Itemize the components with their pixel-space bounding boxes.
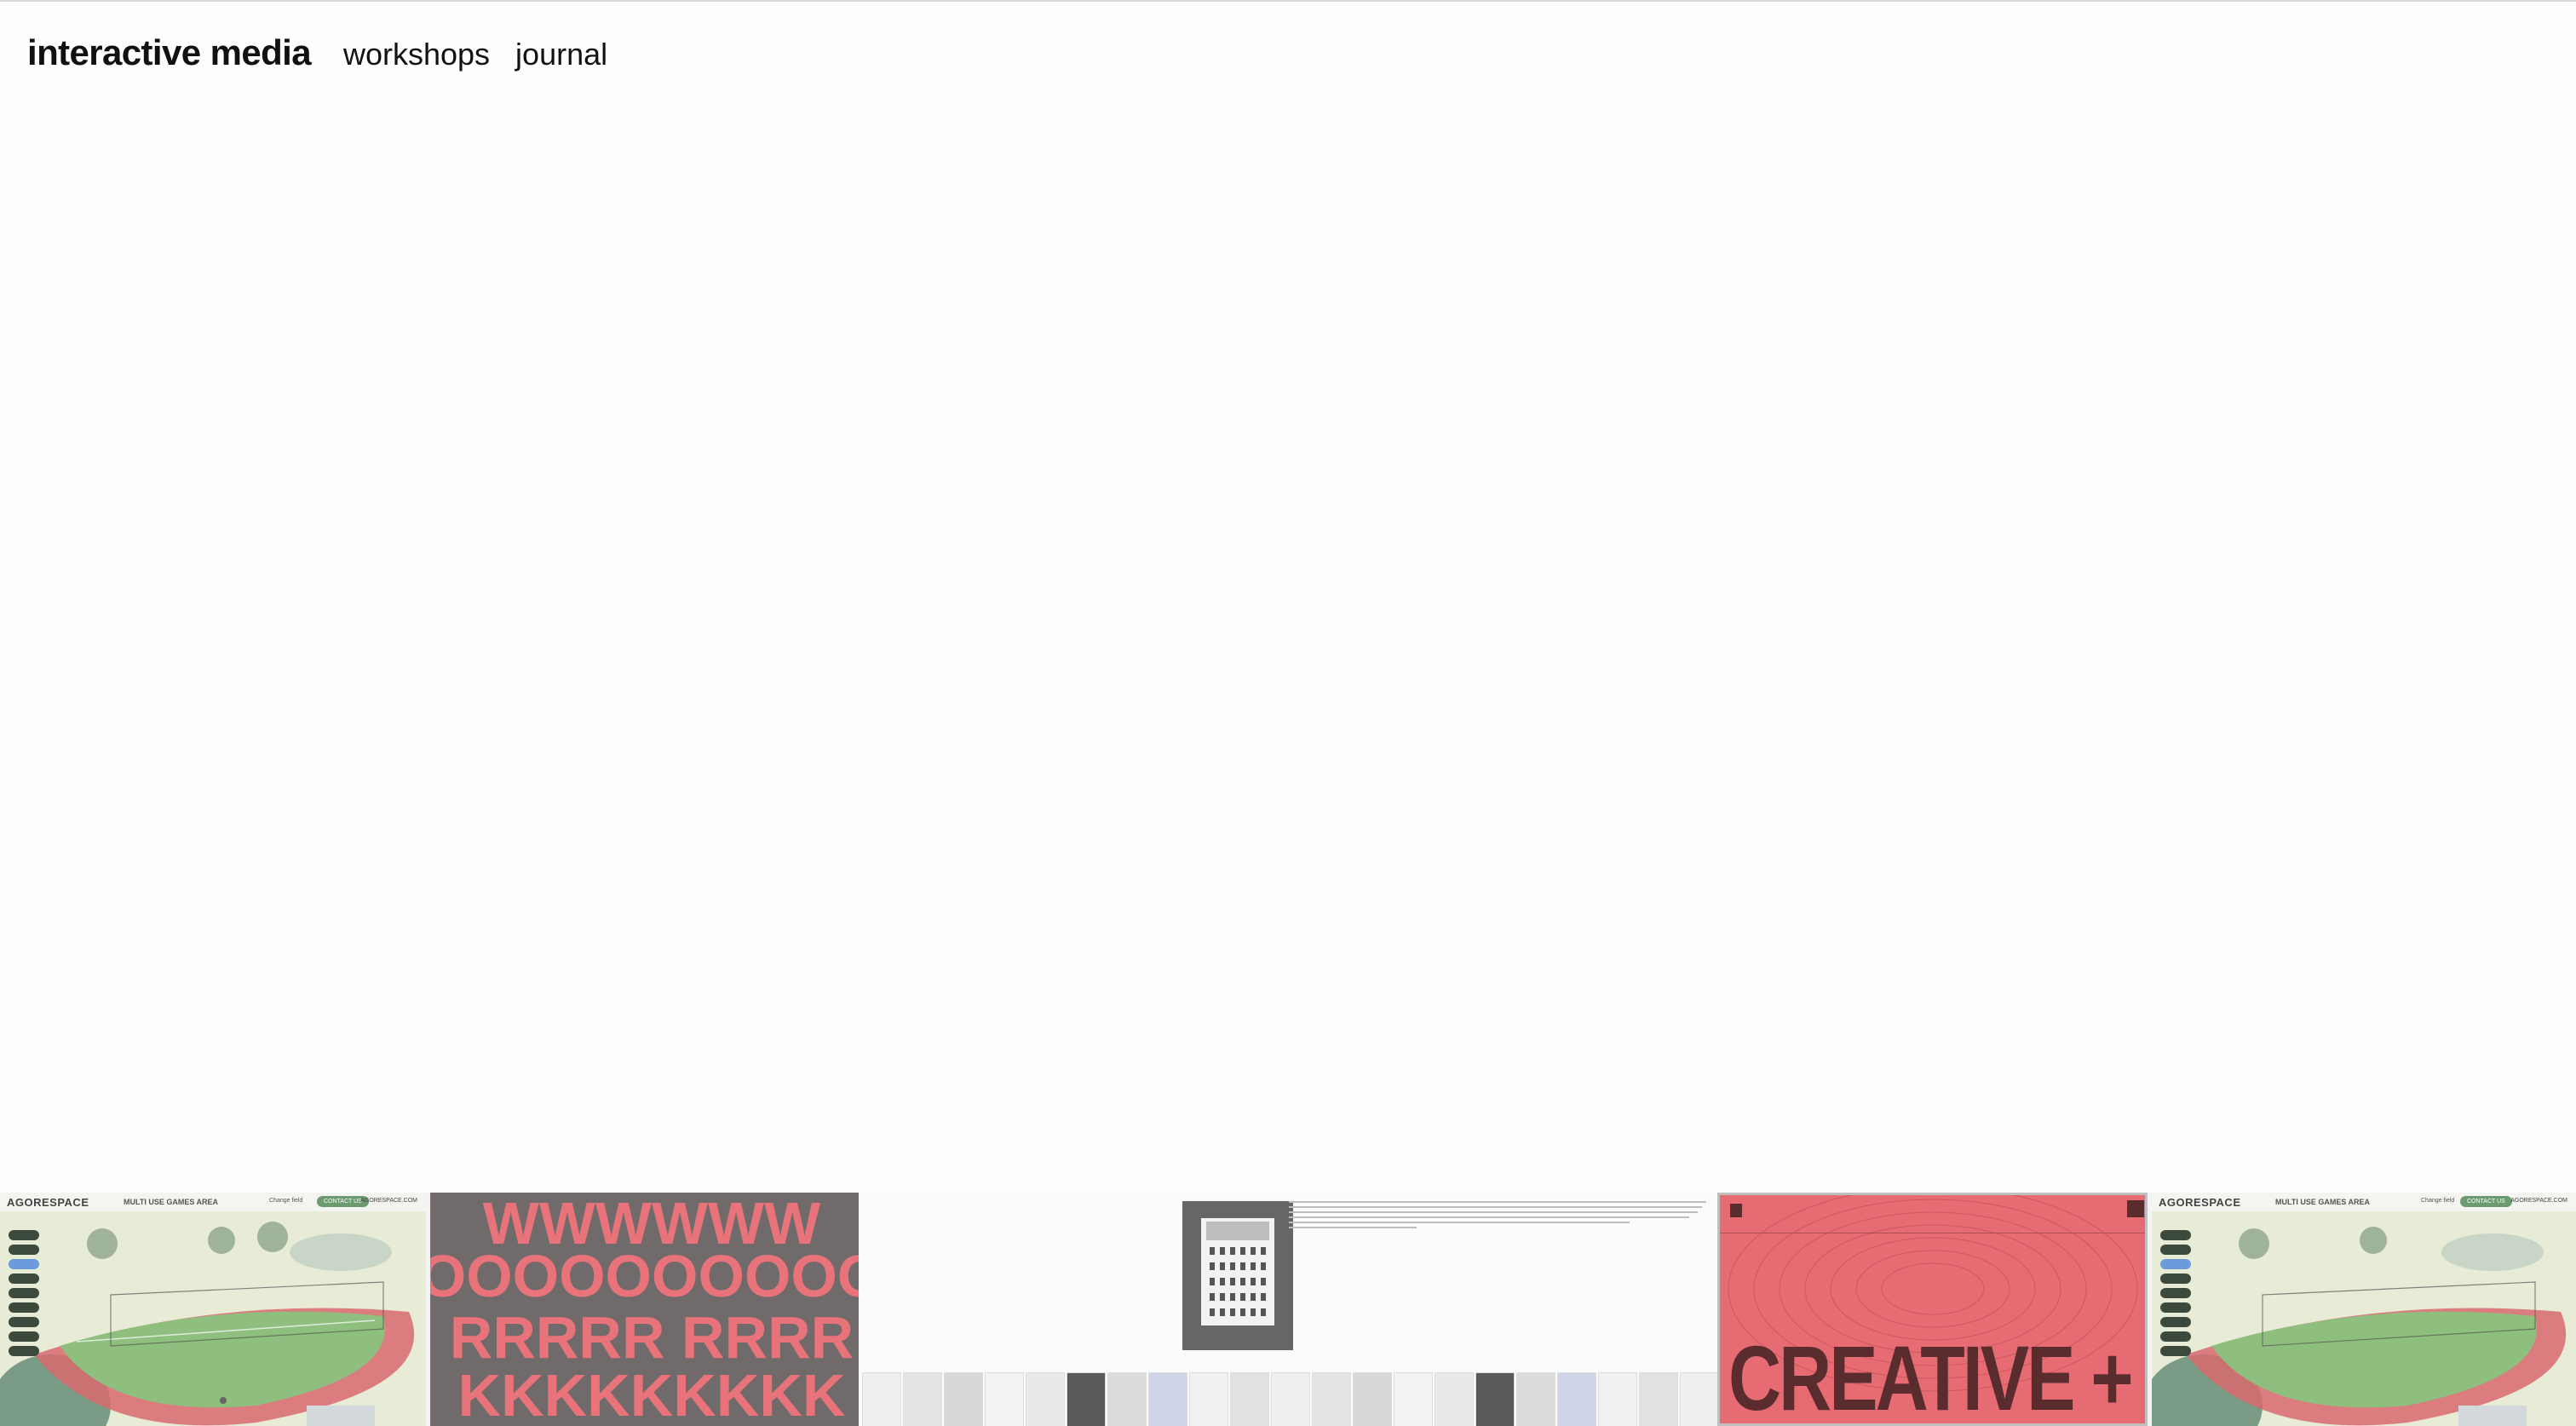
project-tile-creative-developer[interactable]: CREATIVE + DEVELOPER <box>1717 1193 2148 1426</box>
archive-thumbnail[interactable] <box>903 1372 942 1426</box>
menu-pill <box>9 1288 39 1298</box>
menu-pill <box>2160 1245 2191 1255</box>
project-tile-agoraspace[interactable]: AGORESPACE MULTI USE GAMES AREA Change f… <box>0 1193 426 1426</box>
menu-pill <box>9 1346 39 1356</box>
menu-pill <box>2160 1288 2191 1298</box>
agora-field-illustration <box>0 1211 426 1426</box>
archive-thumbnail[interactable] <box>1394 1372 1433 1426</box>
archive-thumbnail[interactable] <box>985 1372 1024 1426</box>
menu-pill <box>9 1317 39 1327</box>
archive-thumbnail[interactable] <box>1639 1372 1678 1426</box>
menu-pill <box>2160 1230 2191 1240</box>
archive-thumbnail[interactable] <box>1312 1372 1351 1426</box>
archive-thumbnail[interactable] <box>1067 1372 1106 1426</box>
archive-thumbnail[interactable] <box>1598 1372 1637 1426</box>
archive-thumbnail[interactable] <box>1435 1372 1474 1426</box>
archive-thumbnail[interactable] <box>1516 1372 1555 1426</box>
archive-thumbnail[interactable] <box>1026 1372 1065 1426</box>
top-border <box>0 0 2576 2</box>
archive-thumbnail[interactable] <box>944 1372 983 1426</box>
menu-pill <box>2160 1346 2191 1356</box>
brand-link[interactable]: interactive media <box>27 32 312 73</box>
archive-thumbnail[interactable] <box>1271 1372 1310 1426</box>
archive-thumbnail[interactable] <box>1189 1372 1228 1426</box>
nav-link-journal[interactable]: journal <box>515 37 607 72</box>
text-columns-decoration <box>1289 1201 1706 1228</box>
archive-thumbnail[interactable] <box>862 1372 901 1426</box>
menu-pill <box>9 1274 39 1284</box>
creative-title: CREATIVE + DEVELOPER <box>1728 1327 2145 1426</box>
main-nav: interactive media workshops journal <box>27 32 633 83</box>
agora-sport-menu <box>9 1230 39 1356</box>
menu-pill <box>2160 1317 2191 1327</box>
archive-thumbnail[interactable] <box>1475 1372 1515 1426</box>
project-strip[interactable]: AGORESPACE MULTI USE GAMES AREA Change f… <box>0 1193 2576 1426</box>
archive-thumbnail[interactable] <box>1557 1372 1596 1426</box>
menu-pill-active <box>9 1259 39 1269</box>
archive-thumbnail[interactable] <box>1230 1372 1269 1426</box>
agora-sport-menu <box>2160 1230 2191 1356</box>
menu-pill <box>2160 1302 2191 1313</box>
nav-link-workshops[interactable]: workshops <box>343 37 490 72</box>
project-tile-work-typography[interactable]: WWWWWW OOOOOOOOOO RRRRR RRRR KKKKKKKKK <box>430 1193 859 1426</box>
menu-pill <box>9 1331 39 1342</box>
menu-pill <box>2160 1274 2191 1284</box>
archive-thumbnail[interactable] <box>1353 1372 1392 1426</box>
menu-pill <box>2160 1331 2191 1342</box>
archive-thumbnail[interactable] <box>1680 1372 1717 1426</box>
archive-thumbnail[interactable] <box>1107 1372 1147 1426</box>
letters-row-o: OOOOOOOOOO <box>430 1243 859 1309</box>
project-tile-archive-grid[interactable] <box>859 1193 1717 1426</box>
archive-thumbnail[interactable] <box>1148 1372 1187 1426</box>
project-tile-agoraspace-repeat[interactable]: AGORESPACE MULTI USE GAMES AREA Change f… <box>2152 1193 2576 1426</box>
menu-pill-active <box>2160 1259 2191 1269</box>
menu-pill <box>9 1245 39 1255</box>
menu-pill <box>9 1230 39 1240</box>
agora-field-illustration <box>2152 1211 2576 1426</box>
letters-row-k: KKKKKKKKK <box>457 1362 846 1426</box>
menu-pill <box>9 1302 39 1313</box>
